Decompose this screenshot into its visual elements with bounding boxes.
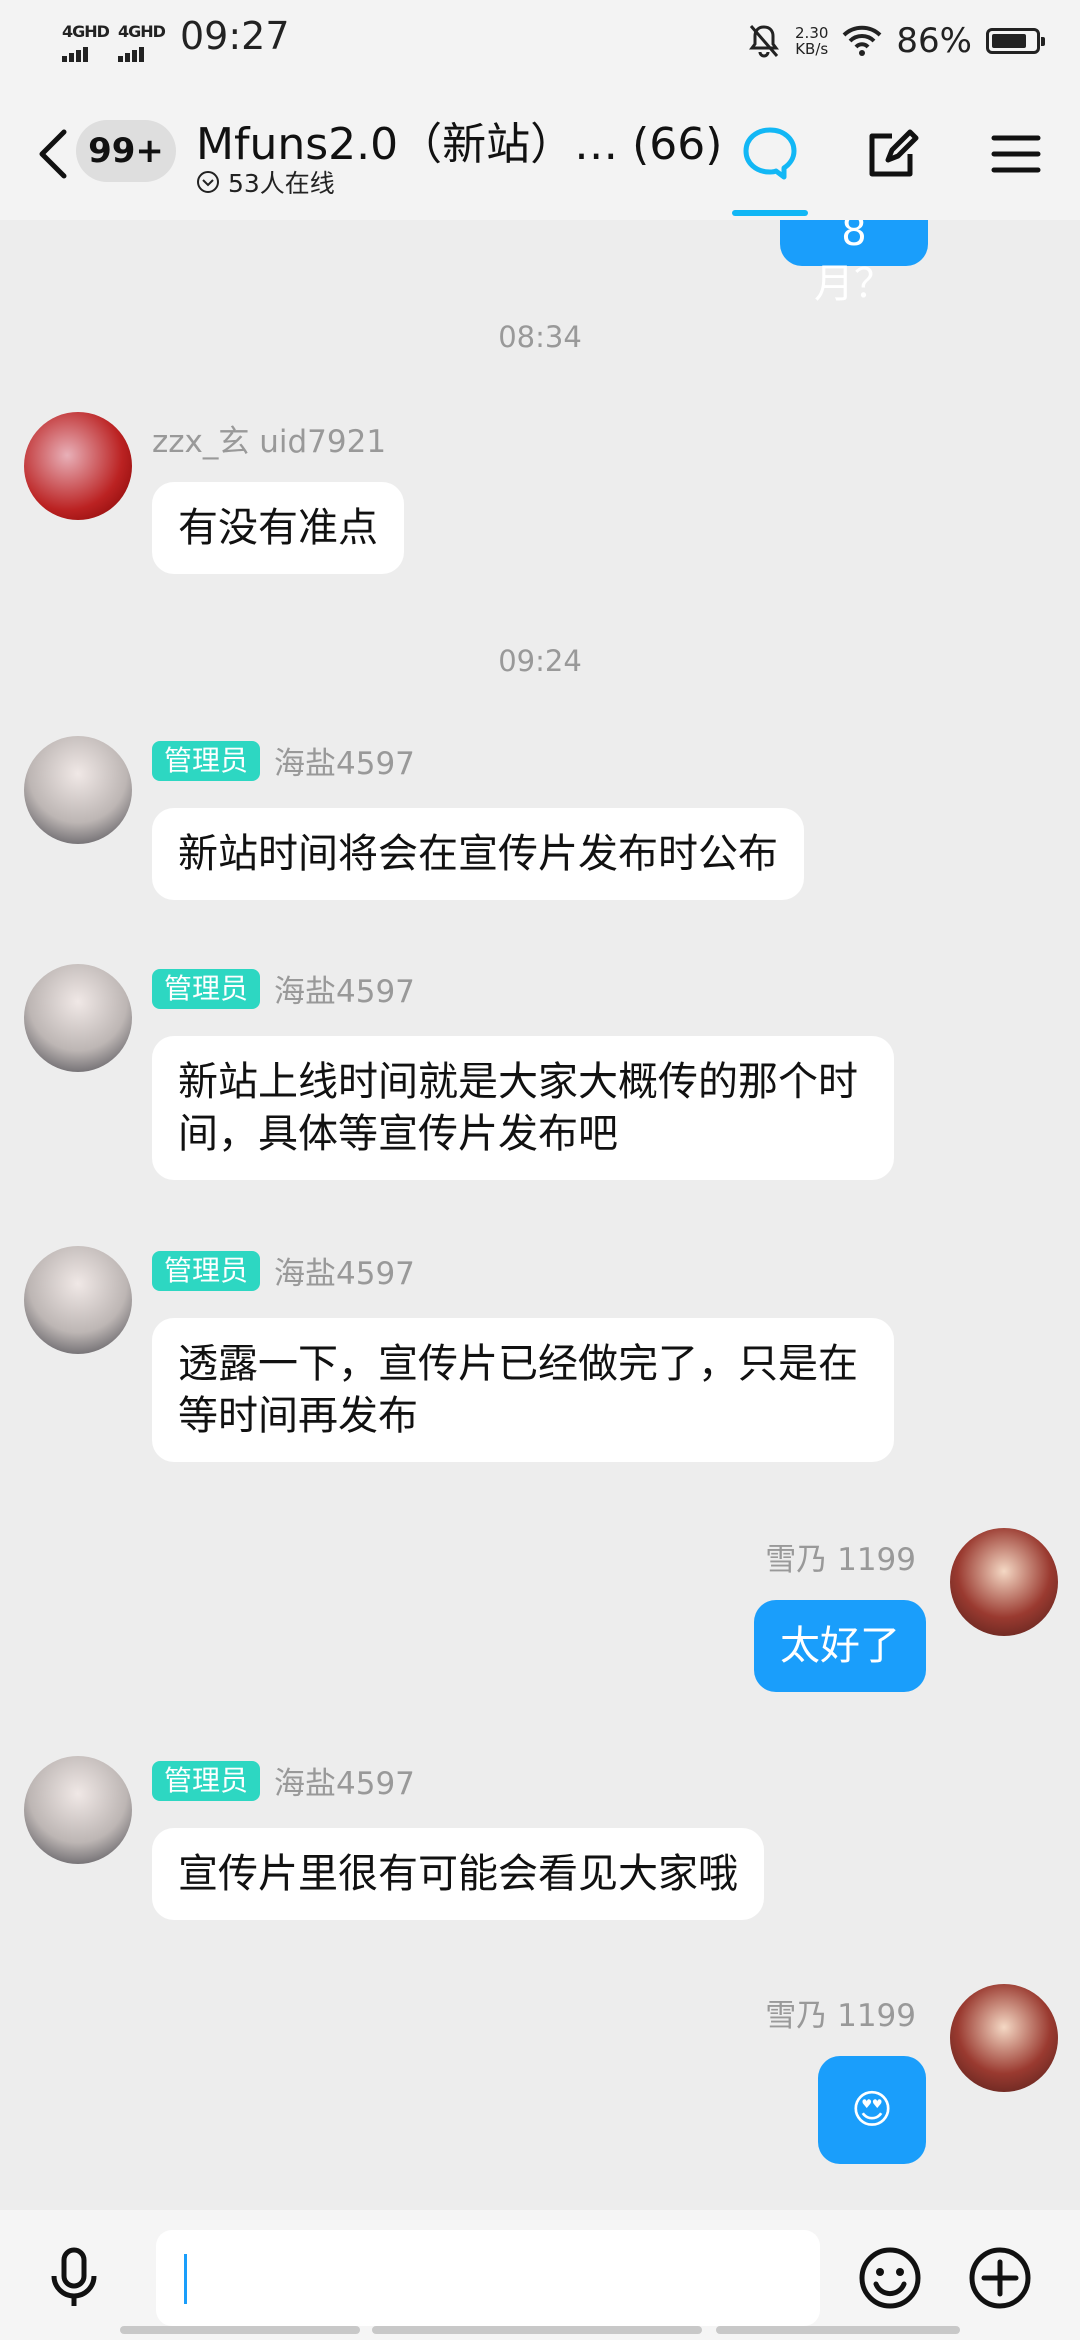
- wifi-icon: [843, 25, 882, 56]
- microphone-icon[interactable]: [40, 2244, 108, 2312]
- sender-name: 海盐4597: [274, 1766, 415, 1802]
- sender-name: 海盐4597: [274, 1256, 415, 1292]
- avatar[interactable]: [24, 1246, 132, 1354]
- sender-name: zzx_玄 uid7921: [152, 424, 387, 460]
- timestamp: 08:34: [498, 320, 582, 354]
- sender-name: 海盐4597: [274, 746, 415, 782]
- admin-badge: 管理员: [152, 968, 261, 1009]
- sender-line: 雪乃 1199: [765, 1534, 916, 1579]
- message-text: 新站上线时间就是大家大概传的那个时间，具体等宣传片发布吧: [178, 1059, 858, 1157]
- avatar[interactable]: [24, 736, 132, 844]
- message-text: 宣传片里很有可能会看见大家哦: [178, 1851, 738, 1897]
- text-caret: [184, 2254, 187, 2304]
- input-bar: [0, 2210, 1080, 2340]
- active-tab-indicator: [732, 210, 808, 216]
- heart-eyes-emoji: 😍: [851, 2087, 893, 2133]
- edit-icon[interactable]: [860, 122, 924, 186]
- unread-count-badge[interactable]: 99+: [76, 120, 176, 182]
- sim2-signal: 4GHD: [118, 22, 166, 62]
- admin-badge: 管理员: [152, 1250, 261, 1291]
- sender-line: 管理员 海盐4597: [152, 966, 415, 1011]
- message-bubble[interactable]: 新站时间将会在宣传片发布时公布: [152, 808, 804, 900]
- chat-bubble-icon[interactable]: [738, 122, 802, 186]
- chat-header: 99+ Mfuns2.0（新站）… (66) 53人在线: [0, 88, 1080, 220]
- message-bubble[interactable]: 透露一下，宣传片已经做完了，只是在等时间再发布: [152, 1318, 894, 1462]
- message-bubble[interactable]: 新站上线时间就是大家大概传的那个时间，具体等宣传片发布吧: [152, 1036, 894, 1180]
- message-text: 新站时间将会在宣传片发布时公布: [178, 831, 778, 877]
- scroll-indicator: [120, 2326, 360, 2334]
- sim1-signal: 4GHD: [62, 22, 110, 62]
- avatar[interactable]: [24, 1756, 132, 1864]
- sender-name: 海盐4597: [274, 974, 415, 1010]
- battery-percent: 86%: [896, 21, 972, 61]
- menu-icon[interactable]: [984, 122, 1048, 186]
- net-speed-value: 2.30: [795, 24, 829, 42]
- sender-name: 雪乃 1199: [765, 1542, 916, 1578]
- message-text: 透露一下，宣传片已经做完了，只是在等时间再发布: [178, 1341, 858, 1439]
- sender-line: zzx_玄 uid7921: [152, 416, 386, 461]
- sim2-label: 4GHD: [118, 22, 166, 41]
- sender-name: 雪乃 1199: [765, 1998, 916, 2034]
- sender-line: 管理员 海盐4597: [152, 1758, 415, 1803]
- scroll-indicator: [372, 2326, 702, 2334]
- avatar[interactable]: [950, 1984, 1058, 2092]
- mute-bell-icon: [749, 25, 780, 58]
- message-bubble[interactable]: 有没有准点: [152, 482, 404, 574]
- chevron-down-circle-icon: [197, 171, 219, 193]
- timestamp: 09:24: [498, 644, 582, 678]
- group-title[interactable]: Mfuns2.0（新站）… (66): [196, 108, 722, 172]
- battery-icon: [986, 28, 1045, 54]
- avatar[interactable]: [24, 412, 132, 520]
- avatar[interactable]: [950, 1528, 1058, 1636]
- net-speed: 2.30 KB/s: [795, 25, 828, 57]
- admin-badge: 管理员: [152, 740, 261, 781]
- message-input[interactable]: [156, 2230, 820, 2326]
- message-text: 有没有准点: [178, 505, 378, 551]
- message-text: 8月？: [814, 220, 894, 307]
- sim1-label: 4GHD: [62, 22, 110, 41]
- battery-fill: [992, 34, 1027, 48]
- back-arrow-icon[interactable]: [30, 124, 80, 184]
- status-bar: 4GHD 4GHD 09:27 2.30 KB/s 86%: [0, 0, 1080, 88]
- sender-line: 管理员 海盐4597: [152, 1248, 415, 1293]
- admin-badge: 管理员: [152, 1760, 261, 1801]
- sender-line: 雪乃 1199: [765, 1990, 916, 2035]
- emoji-icon[interactable]: [856, 2244, 924, 2312]
- clock: 09:27: [180, 14, 290, 58]
- message-bubble-partial[interactable]: 8月？: [780, 220, 928, 307]
- message-list[interactable]: 8月？ 08:34 zzx_玄 uid7921 有没有准点 09:24 管理员 …: [0, 220, 1080, 2210]
- plus-icon[interactable]: [966, 2244, 1034, 2312]
- message-text: 太好了: [780, 1623, 900, 1669]
- message-bubble[interactable]: 😍: [818, 2056, 926, 2164]
- scroll-indicator: [716, 2326, 960, 2334]
- sender-line: 管理员 海盐4597: [152, 738, 415, 783]
- net-speed-unit: KB/s: [795, 40, 829, 58]
- avatar[interactable]: [24, 964, 132, 1072]
- online-count: 53人在线: [228, 169, 335, 198]
- message-bubble[interactable]: 宣传片里很有可能会看见大家哦: [152, 1828, 764, 1920]
- online-status[interactable]: 53人在线: [196, 164, 335, 200]
- message-bubble[interactable]: 太好了: [754, 1600, 926, 1692]
